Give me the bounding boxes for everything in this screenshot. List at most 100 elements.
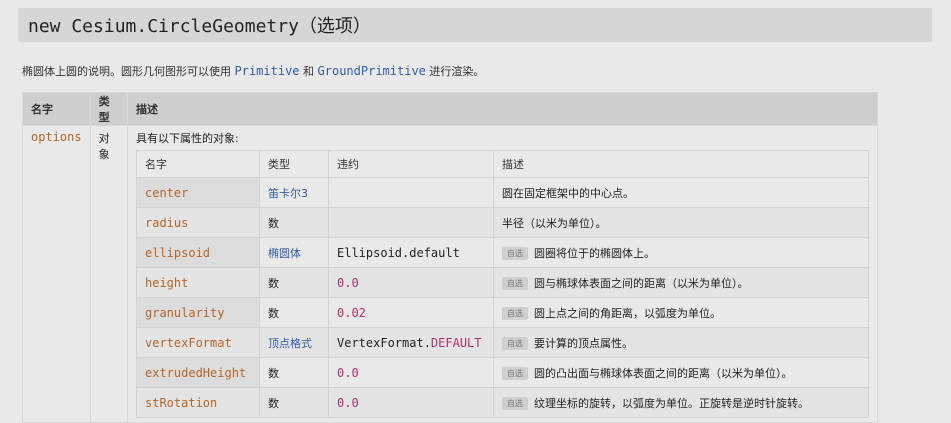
option-desc-cell: 自选 圆圈将位于的椭圆体上。 bbox=[493, 237, 869, 268]
option-row-granularity: granularity 数 0.02 自选 圆上点之间的角距离，以弧度为单位。 bbox=[136, 297, 869, 328]
doc-page: new Cesium.CircleGeometry（选项） 椭圆体上圆的说明。圆… bbox=[0, 0, 951, 423]
option-type-cell: 数 bbox=[259, 207, 329, 238]
params-header-row: 名字 类型 描述 bbox=[22, 92, 878, 126]
option-type: 数 bbox=[268, 216, 279, 230]
title-main: new Cesium.CircleGeometry bbox=[28, 16, 299, 37]
options-header-row: 名字 类型 违约 描述 bbox=[136, 150, 869, 178]
option-name-cell: extrudedHeight bbox=[136, 357, 260, 388]
option-default-number: 0.0 bbox=[337, 365, 359, 380]
option-default-cell: 0.0 bbox=[328, 387, 494, 418]
option-default-cell: VertexFormat.DEFAULT bbox=[328, 327, 494, 358]
option-name: radius bbox=[145, 215, 189, 230]
header-desc: 描述 bbox=[127, 92, 878, 126]
option-default-cell: 0.0 bbox=[328, 267, 494, 298]
option-desc: 圆在固定框架中的中心点。 bbox=[502, 186, 634, 200]
option-default: Ellipsoid.default bbox=[337, 245, 460, 260]
option-name: ellipsoid bbox=[145, 245, 211, 260]
option-name: vertexFormat bbox=[145, 335, 232, 350]
groundprimitive-link[interactable]: GroundPrimitive bbox=[318, 64, 426, 78]
option-type: 数 bbox=[268, 396, 279, 410]
option-desc: 圆与椭球体表面之间的距离（以米为单位）。 bbox=[534, 276, 749, 290]
option-name: height bbox=[145, 275, 189, 290]
param-name: options bbox=[31, 130, 82, 144]
option-type-cell: 顶点格式 bbox=[259, 327, 329, 358]
option-name: center bbox=[145, 185, 189, 200]
option-desc-cell: 自选 要计算的顶点属性。 bbox=[493, 327, 869, 358]
option-type-cell: 数 bbox=[259, 357, 329, 388]
option-desc-cell: 圆在固定框架中的中心点。 bbox=[493, 177, 869, 208]
options-header-name: 名字 bbox=[136, 150, 260, 178]
option-type-cell: 笛卡尔3 bbox=[259, 177, 329, 208]
header-type: 类型 bbox=[89, 92, 129, 126]
param-desc-cell: 具有以下属性的对象: 名字 类型 违约 描述 center 笛卡尔3 圆在固定框架中… bbox=[127, 125, 878, 423]
param-desc: 具有以下属性的对象: bbox=[136, 132, 239, 145]
option-desc-cell: 自选 纹理坐标的旋转，以弧度为单位。正旋转是逆时针旋转。 bbox=[493, 387, 869, 418]
option-default-cell bbox=[328, 207, 494, 238]
option-default-cell: 0.02 bbox=[328, 297, 494, 328]
optional-badge: 自选 bbox=[502, 307, 528, 320]
primitive-link[interactable]: Primitive bbox=[235, 64, 300, 78]
option-row-height: height 数 0.0 自选 圆与椭球体表面之间的距离（以米为单位）。 bbox=[136, 267, 869, 298]
option-name-cell: center bbox=[136, 177, 260, 208]
description-text-2: 和 bbox=[299, 65, 318, 78]
option-type-cell: 数 bbox=[259, 267, 329, 298]
optional-badge: 自选 bbox=[502, 247, 528, 260]
optional-badge: 自选 bbox=[502, 367, 528, 380]
option-row-radius: radius 数 半径（以米为单位）。 bbox=[136, 207, 869, 238]
title-options: （选项） bbox=[298, 16, 371, 37]
option-type: 数 bbox=[268, 366, 279, 380]
option-default-cell: Ellipsoid.default bbox=[328, 237, 494, 268]
option-name: extrudedHeight bbox=[145, 365, 247, 380]
option-default-number: 0.0 bbox=[337, 275, 359, 290]
option-type[interactable]: 笛卡尔3 bbox=[268, 187, 308, 200]
options-header-default: 违约 bbox=[328, 150, 494, 178]
option-type-cell: 数 bbox=[259, 387, 329, 418]
option-desc-cell: 自选 圆上点之间的角距离，以弧度为单位。 bbox=[493, 297, 869, 328]
option-type-cell: 椭圆体 bbox=[259, 237, 329, 268]
optional-badge: 自选 bbox=[502, 337, 528, 350]
option-default-number: 0.02 bbox=[337, 305, 366, 320]
option-desc: 圆上点之间的角距离，以弧度为单位。 bbox=[534, 306, 721, 320]
option-default-keyword: DEFAULT bbox=[430, 335, 482, 350]
optional-badge: 自选 bbox=[502, 277, 528, 290]
option-row-extrudedHeight: extrudedHeight 数 0.0 自选 圆的凸出面与椭球体表面之间的距离（以米为… bbox=[136, 357, 869, 388]
option-type[interactable]: 椭圆体 bbox=[268, 247, 301, 260]
option-desc-cell: 自选 圆的凸出面与椭球体表面之间的距离（以米为单位）。 bbox=[493, 357, 869, 388]
option-desc-cell: 半径（以米为单位）。 bbox=[493, 207, 869, 238]
option-row-stRotation: stRotation 数 0.0 自选 纹理坐标的旋转，以弧度为单位。正旋转是逆时针旋转… bbox=[136, 387, 869, 418]
option-name: stRotation bbox=[145, 395, 218, 410]
options-header-type: 类型 bbox=[259, 150, 329, 178]
description-text-3: 进行渲染。 bbox=[425, 65, 485, 78]
title-bar: new Cesium.CircleGeometry（选项） bbox=[18, 8, 932, 42]
option-name-cell: vertexFormat bbox=[136, 327, 260, 358]
option-name-cell: stRotation bbox=[136, 387, 260, 418]
option-desc: 要计算的顶点属性。 bbox=[534, 336, 633, 350]
description: 椭圆体上圆的说明。圆形几何图形可以使用 Primitive 和 GroundPr… bbox=[22, 63, 484, 79]
description-text-1: 椭圆体上圆的说明。圆形几何图形可以使用 bbox=[22, 65, 235, 78]
params-table: 名字 类型 描述 options 对象 具有以下属性的对象: 名字 类型 违约 … bbox=[22, 92, 878, 423]
option-row-vertexFormat: vertexFormat 顶点格式 VertexFormat.DEFAULT 自选 要计… bbox=[136, 327, 869, 358]
option-default: VertexFormat. bbox=[337, 335, 431, 350]
option-default-number: 0.0 bbox=[337, 395, 359, 410]
option-desc: 圆圈将位于的椭圆体上。 bbox=[534, 246, 655, 260]
option-name-cell: radius bbox=[136, 207, 260, 238]
page-title: new Cesium.CircleGeometry（选项） bbox=[28, 12, 371, 38]
option-name-cell: height bbox=[136, 267, 260, 298]
option-type: 数 bbox=[268, 306, 279, 320]
options-header-desc: 描述 bbox=[493, 150, 869, 178]
param-row-options: options 对象 具有以下属性的对象: 名字 类型 违约 描述 center… bbox=[22, 125, 878, 423]
option-default-cell: 0.0 bbox=[328, 357, 494, 388]
option-name-cell: ellipsoid bbox=[136, 237, 260, 268]
option-default-cell bbox=[328, 177, 494, 208]
option-type[interactable]: 顶点格式 bbox=[268, 337, 312, 350]
option-row-ellipsoid: ellipsoid 椭圆体 Ellipsoid.default 自选 圆圈将位于的椭圆体… bbox=[136, 237, 869, 268]
option-desc-cell: 自选 圆与椭球体表面之间的距离（以米为单位）。 bbox=[493, 267, 869, 298]
option-desc: 纹理坐标的旋转，以弧度为单位。正旋转是逆时针旋转。 bbox=[534, 396, 809, 410]
option-desc: 半径（以米为单位）。 bbox=[502, 216, 607, 230]
option-type-cell: 数 bbox=[259, 297, 329, 328]
option-row-center: center 笛卡尔3 圆在固定框架中的中心点。 bbox=[136, 177, 869, 208]
param-type: 对象 bbox=[89, 125, 129, 423]
option-desc: 圆的凸出面与椭球体表面之间的距离（以米为单位）。 bbox=[534, 366, 793, 380]
option-name: granularity bbox=[145, 305, 225, 320]
option-name-cell: granularity bbox=[136, 297, 260, 328]
